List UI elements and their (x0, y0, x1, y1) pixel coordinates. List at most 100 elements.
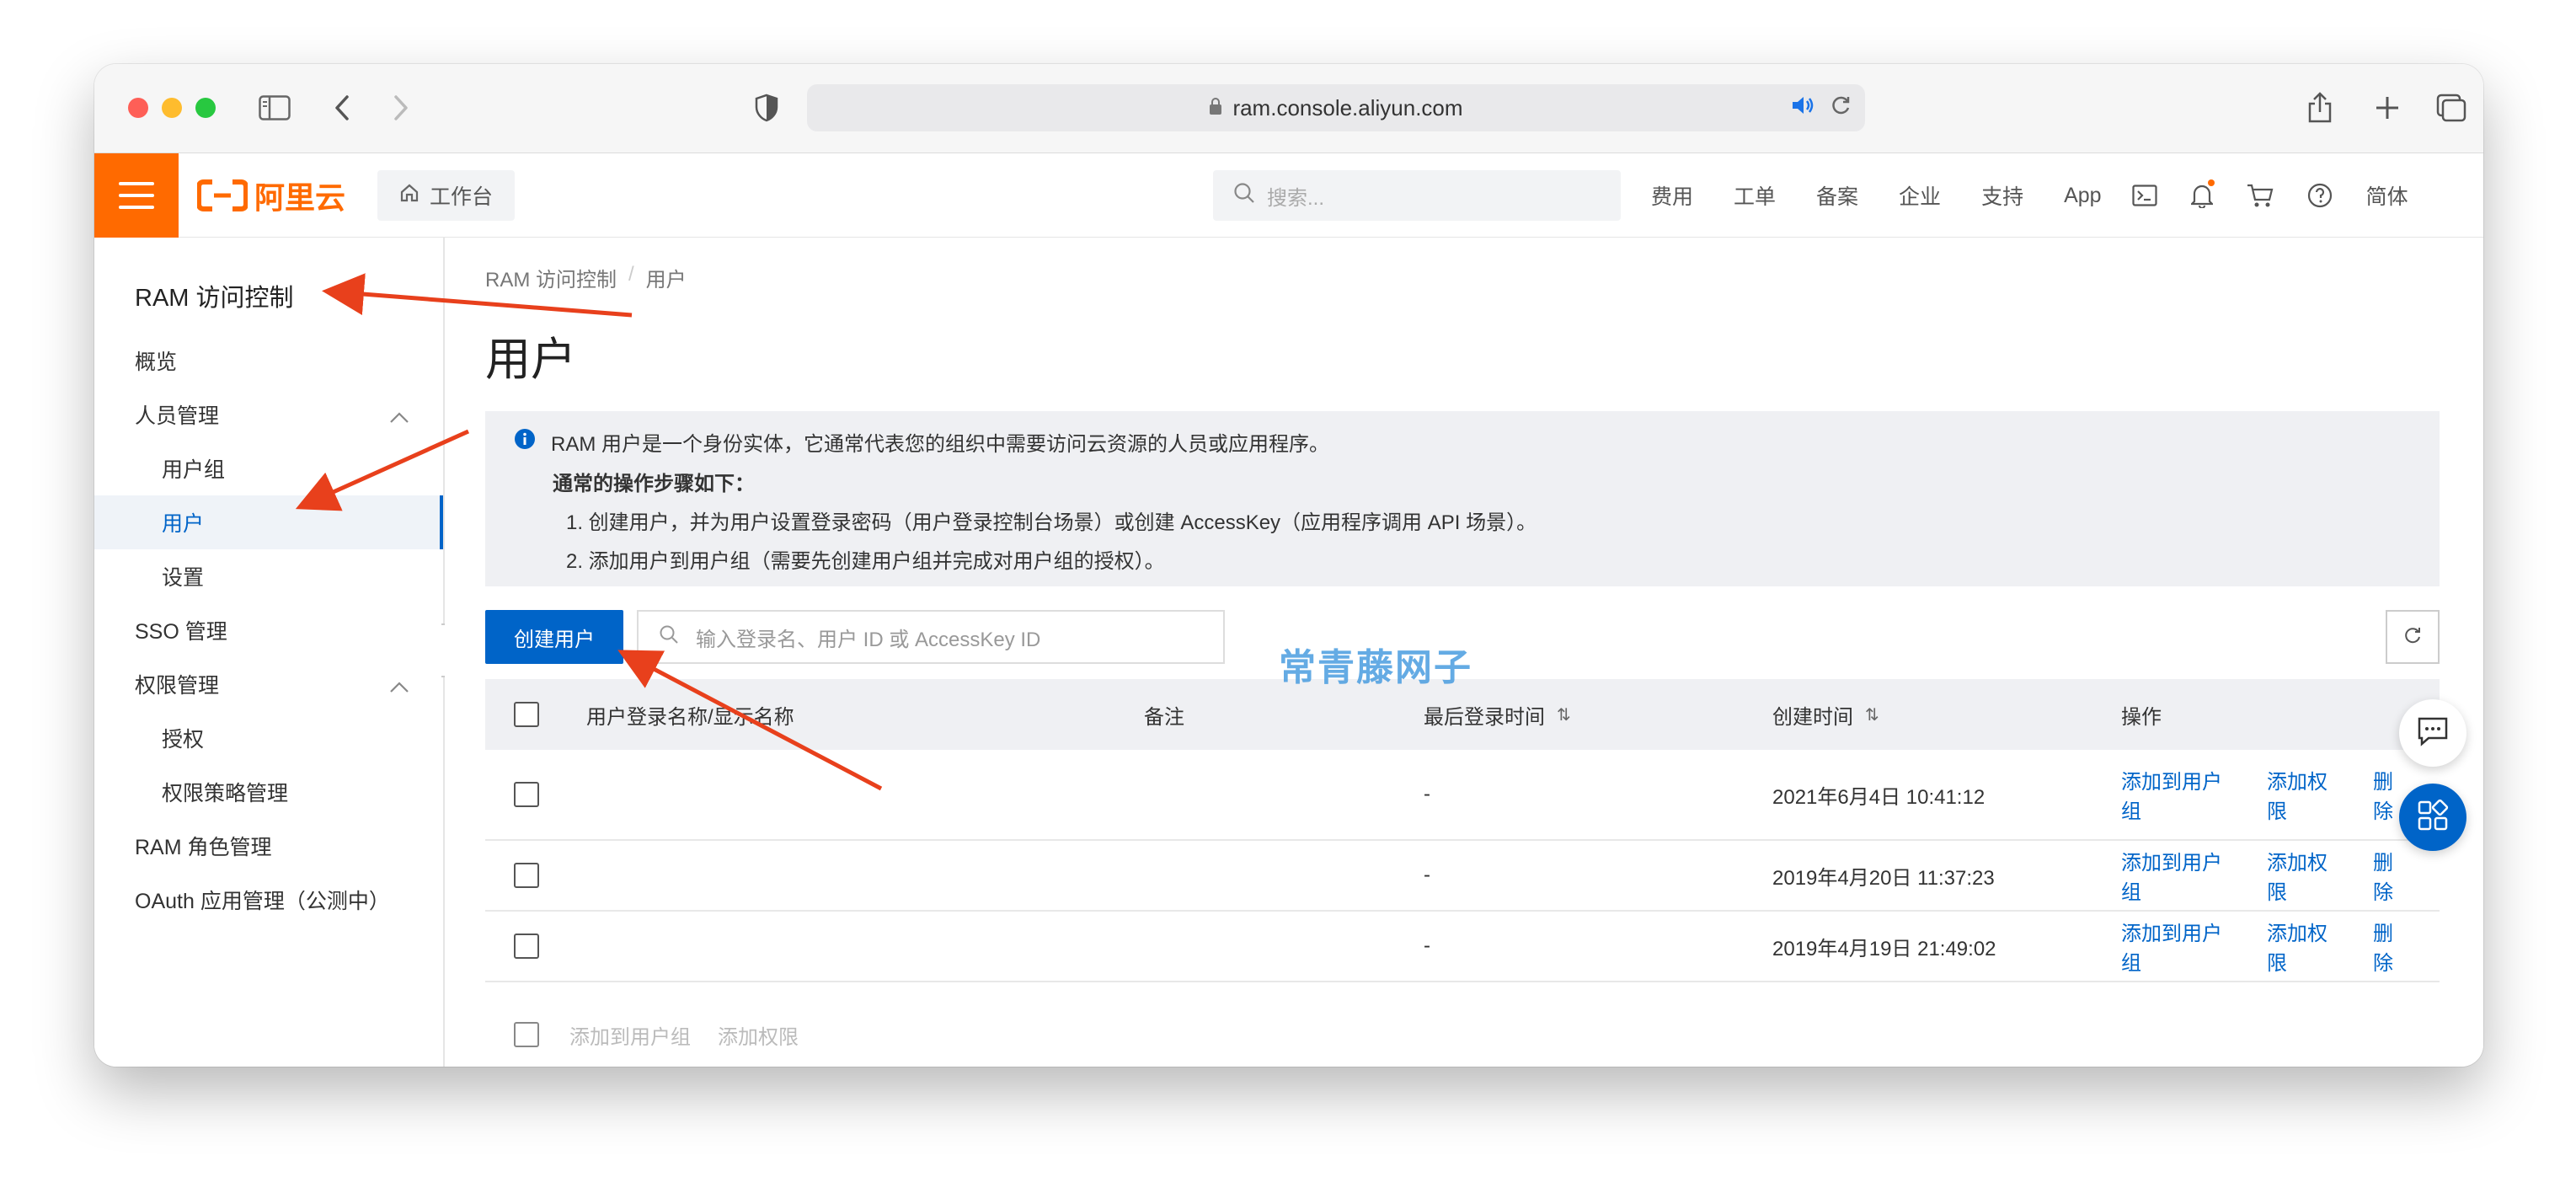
bulk-add-to-group-button[interactable]: 添加到用户组 (569, 1020, 691, 1050)
back-icon[interactable] (322, 88, 362, 128)
add-permission-link[interactable]: 添加权限 (2267, 765, 2346, 824)
share-icon[interactable] (2300, 88, 2340, 128)
create-user-button[interactable]: 创建用户 (485, 610, 623, 664)
sidebar-item-users[interactable]: 用户 (94, 495, 443, 549)
close-window-button[interactable] (128, 98, 148, 118)
sidebar-item-grants[interactable]: 授权 (94, 711, 443, 765)
zoom-window-button[interactable] (195, 98, 216, 118)
forward-icon[interactable] (381, 88, 421, 128)
info-steps-heading: 通常的操作步骤如下： (553, 473, 755, 495)
sidebar-item-label: 用户组 (162, 458, 226, 482)
column-header-created-label: 创建时间 (1772, 705, 1853, 729)
sidebar-item-label: 用户 (162, 512, 205, 536)
global-search-input[interactable]: 搜索... (1213, 170, 1621, 221)
sidebar-item-label: 权限管理 (135, 674, 220, 698)
cell-last-login: - (1424, 864, 1430, 886)
browser-window: ram.console.aliyun.com 阿里云 工作台 搜索... 费用 … (94, 64, 2483, 1067)
add-permission-link[interactable]: 添加权限 (2267, 846, 2346, 905)
nav-link-icp[interactable]: 备案 (1816, 180, 1858, 211)
add-to-group-link[interactable]: 添加到用户组 (2121, 846, 2240, 905)
workbench-label: 工作台 (430, 185, 494, 209)
help-icon[interactable] (2307, 183, 2333, 208)
sort-icon[interactable]: ⇅ (1865, 704, 1879, 725)
workbench-button[interactable]: 工作台 (377, 170, 516, 221)
column-header-created[interactable]: 创建时间 ⇅ (1772, 679, 1879, 750)
console-top-nav: 阿里云 工作台 搜索... 费用 工单 备案 企业 支持 App 简体 (94, 153, 2483, 238)
chat-icon (2417, 716, 2449, 751)
privacy-shield-icon[interactable] (746, 88, 787, 128)
cell-last-login: - (1424, 934, 1430, 957)
terminal-icon[interactable] (2131, 185, 2157, 206)
sidebar-item-policies[interactable]: 权限策略管理 (94, 765, 443, 819)
language-switch[interactable]: 简体 (2366, 180, 2408, 211)
new-tab-icon[interactable] (2367, 88, 2408, 128)
feedback-button[interactable] (2399, 699, 2466, 767)
sidebar: RAM 访问控制 概览 人员管理 用户组 用户 设置 SSO 管理 权限管理 授… (94, 238, 445, 1067)
column-header-name: 用户登录名称/显示名称 (586, 705, 794, 729)
sidebar-item-people[interactable]: 人员管理 (94, 388, 443, 441)
sidebar-item-permissions[interactable]: 权限管理 (94, 657, 443, 711)
cell-created: 2019年4月19日 21:49:02 (1772, 937, 1996, 960)
apps-button[interactable] (2399, 784, 2466, 851)
cart-icon[interactable] (2247, 183, 2274, 208)
chevron-up-icon[interactable] (389, 406, 409, 431)
row-checkbox[interactable] (514, 782, 539, 807)
select-all-checkbox[interactable] (514, 702, 539, 727)
sidebar-item-overview[interactable]: 概览 (94, 334, 443, 388)
row-checkbox[interactable] (514, 934, 539, 959)
menu-button[interactable] (94, 153, 179, 238)
notification-dot (2207, 179, 2215, 186)
nav-link-app[interactable]: App (2064, 184, 2101, 208)
watermark-text: 常青藤网子 (1279, 646, 1472, 689)
lock-icon (1209, 95, 1222, 121)
column-header-actions: 操作 (2121, 705, 2162, 729)
delete-link[interactable]: 删除 (2373, 846, 2413, 905)
column-header-note: 备注 (1144, 705, 1184, 729)
info-step-1: 1. 创建用户，并为用户设置登录密码（用户登录控制台场景）或创建 AccessK… (566, 511, 1537, 534)
cell-last-login: - (1424, 783, 1430, 805)
browser-toolbar: ram.console.aliyun.com (94, 64, 2483, 153)
nav-link-fees[interactable]: 费用 (1651, 180, 1693, 211)
sidebar-item-label: 人员管理 (135, 404, 220, 428)
breadcrumb-root[interactable]: RAM 访问控制 (485, 263, 617, 292)
user-search-input[interactable]: 输入登录名、用户 ID 或 AccessKey ID (637, 610, 1225, 664)
sidebar-item-oauth[interactable]: OAuth 应用管理（公测中） (94, 873, 443, 927)
info-notice: RAM 用户是一个身份实体，它通常代表您的组织中需要访问云资源的人员或应用程序。… (485, 411, 2440, 586)
logo-text: 阿里云 (254, 180, 346, 215)
delete-link[interactable]: 删除 (2373, 917, 2413, 976)
sidebar-item-roles[interactable]: RAM 角色管理 (94, 819, 443, 873)
info-icon (514, 428, 536, 456)
minimize-window-button[interactable] (162, 98, 182, 118)
chevron-up-icon[interactable] (389, 676, 409, 700)
apps-grid-icon (2417, 799, 2449, 836)
bulk-actions-bar: 添加到用户组 添加权限 (485, 999, 2440, 1067)
sidebar-item-sso[interactable]: SSO 管理 (94, 603, 443, 657)
address-bar[interactable]: ram.console.aliyun.com (807, 84, 1865, 131)
sidebar-item-user-groups[interactable]: 用户组 (94, 441, 443, 495)
sidebar-toggle-icon[interactable] (254, 88, 295, 128)
search-icon (659, 624, 679, 650)
row-checkbox[interactable] (514, 863, 539, 888)
nav-link-enterprise[interactable]: 企业 (1899, 180, 1941, 211)
add-to-group-link[interactable]: 添加到用户组 (2121, 917, 2240, 976)
bulk-add-permission-button[interactable]: 添加权限 (718, 1020, 799, 1050)
refresh-button[interactable] (2386, 610, 2440, 664)
add-to-group-link[interactable]: 添加到用户组 (2121, 765, 2240, 824)
nav-link-support[interactable]: 支持 (1981, 180, 2023, 211)
refresh-icon (2403, 626, 2422, 649)
page-title: 用户 (485, 334, 576, 385)
sidebar-item-label: 设置 (162, 566, 205, 590)
cell-created: 2021年6月4日 10:41:12 (1772, 785, 1985, 809)
nav-link-tickets[interactable]: 工单 (1734, 180, 1776, 211)
sort-icon[interactable]: ⇅ (1557, 704, 1571, 725)
tab-overview-icon[interactable] (2431, 88, 2472, 128)
bell-icon[interactable] (2190, 179, 2215, 208)
audio-icon[interactable] (1791, 95, 1816, 121)
sidebar-item-settings[interactable]: 设置 (94, 549, 443, 603)
info-text: RAM 用户是一个身份实体，它通常代表您的组织中需要访问云资源的人员或应用程序。 (551, 432, 1329, 456)
bulk-select-checkbox[interactable] (514, 1022, 539, 1047)
aliyun-logo[interactable]: 阿里云 (197, 175, 345, 216)
sidebar-item-label: SSO 管理 (135, 620, 227, 644)
reload-icon[interactable] (1830, 94, 1852, 122)
add-permission-link[interactable]: 添加权限 (2267, 917, 2346, 976)
